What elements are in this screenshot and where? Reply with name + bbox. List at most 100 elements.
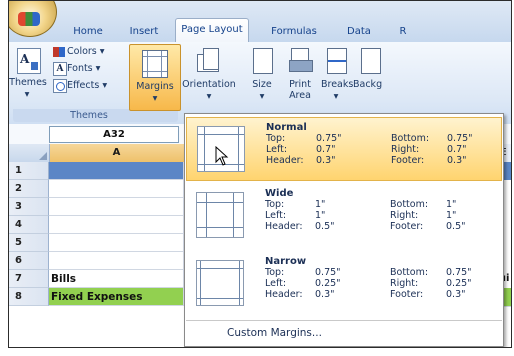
cell-a[interactable]: [49, 216, 184, 234]
cell-a[interactable]: Fixed Expenses: [49, 288, 184, 306]
label-footer: Footer:: [390, 221, 424, 232]
row-header[interactable]: 2: [9, 180, 49, 198]
value-right: 1": [446, 210, 457, 221]
cell-a[interactable]: [49, 234, 184, 252]
label-left: Left:: [266, 144, 288, 155]
label-top: Top:: [266, 133, 286, 144]
print-area-icon: [289, 48, 313, 72]
wide-margins-preview-icon: [196, 192, 244, 238]
option-title-wide: Wide: [265, 188, 294, 199]
themes-icon: A: [17, 48, 41, 74]
value-header: 0.3": [315, 289, 335, 300]
value-bottom: 0.75": [447, 133, 473, 144]
cell-a[interactable]: [49, 198, 184, 216]
tab-data[interactable]: Data: [339, 23, 379, 41]
value-left: 0.7": [316, 144, 336, 155]
value-top: 1": [315, 199, 326, 210]
select-all-corner[interactable]: [9, 144, 50, 162]
cell-a[interactable]: [49, 162, 184, 180]
value-right: 0.25": [446, 278, 472, 289]
margin-option-narrow[interactable]: Narrow Top: 0.75" Bottom: 0.75" Left: 0.…: [186, 252, 502, 316]
label-bottom: Bottom:: [390, 267, 429, 278]
breaks-icon: [327, 48, 347, 74]
print-area-button[interactable]: Print Area: [281, 79, 319, 101]
option-title-normal: Normal: [266, 122, 307, 133]
label-header: Header:: [265, 289, 303, 300]
ribbon-tab-strip: Home Insert Page Layout Formulas Data R: [9, 1, 511, 43]
label-footer: Footer:: [391, 155, 425, 166]
value-header: 0.5": [315, 221, 335, 232]
value-bottom: 1": [446, 199, 457, 210]
office-button[interactable]: [9, 1, 57, 37]
size-icon: [253, 48, 273, 74]
colors-icon: [53, 47, 65, 57]
tab-page-layout[interactable]: Page Layout: [175, 18, 249, 43]
tab-next-cutoff[interactable]: R: [395, 23, 411, 41]
value-top: 0.75": [315, 267, 341, 278]
margins-label: Margins: [136, 81, 174, 92]
value-footer: 0.3": [446, 289, 466, 300]
label-left: Left:: [265, 278, 287, 289]
value-footer: 0.5": [446, 221, 466, 232]
mouse-cursor-icon: [215, 146, 229, 166]
margins-icon: [142, 50, 168, 78]
breaks-dropdown-arrow-icon: ▾: [333, 91, 339, 102]
margin-option-wide[interactable]: Wide Top: 1" Bottom: 1" Left: 1" Right: …: [186, 184, 502, 248]
value-bottom: 0.75": [446, 267, 472, 278]
cell-a[interactable]: Bills: [49, 270, 184, 288]
effects-icon: [53, 79, 67, 93]
margins-button[interactable]: Margins ▾: [129, 44, 181, 111]
orientation-button[interactable]: Orientation: [179, 79, 239, 90]
row-header[interactable]: 7: [9, 270, 49, 288]
column-header-a[interactable]: A: [49, 144, 184, 162]
menu-divider: [186, 320, 502, 321]
label-bottom: Bottom:: [390, 199, 429, 210]
value-footer: 0.3": [447, 155, 467, 166]
themes-button[interactable]: Themes: [9, 77, 47, 88]
cell-a[interactable]: [49, 252, 184, 270]
row-header[interactable]: 3: [9, 198, 49, 216]
row-header[interactable]: 1: [9, 162, 49, 180]
size-button[interactable]: Size: [245, 79, 279, 90]
themes-dropdown-arrow-icon: ▾: [24, 89, 30, 100]
custom-margins-item[interactable]: Custom Margins...: [227, 327, 322, 339]
row-header[interactable]: 8: [9, 288, 49, 306]
value-header: 0.3": [316, 155, 336, 166]
cell-a[interactable]: [49, 180, 184, 198]
label-right: Right:: [390, 210, 419, 221]
row-header[interactable]: 6: [9, 252, 49, 270]
background-button[interactable]: Backg: [353, 79, 393, 90]
row-header[interactable]: 5: [9, 234, 49, 252]
margins-dropdown-arrow-icon: ▾: [152, 93, 158, 104]
label-right: Right:: [390, 278, 419, 289]
option-title-narrow: Narrow: [265, 256, 307, 267]
margin-option-normal[interactable]: Normal Top: 0.75" Bottom: 0.75" Left: 0.…: [186, 117, 502, 181]
office-logo-icon: [18, 12, 40, 26]
value-left: 0.25": [315, 278, 341, 289]
label-left: Left:: [265, 210, 287, 221]
row-header[interactable]: 4: [9, 216, 49, 234]
tab-home[interactable]: Home: [64, 23, 112, 41]
label-top: Top:: [265, 267, 285, 278]
size-dropdown-arrow-icon: ▾: [259, 91, 265, 102]
breaks-button[interactable]: Breaks: [321, 79, 353, 90]
fonts-icon: A: [53, 62, 67, 76]
effects-button[interactable]: Effects ▾: [67, 80, 123, 91]
label-header: Header:: [265, 221, 303, 232]
name-box[interactable]: A32: [49, 126, 179, 143]
label-header: Header:: [266, 155, 304, 166]
label-footer: Footer:: [390, 289, 424, 300]
themes-group-label: Themes: [70, 110, 108, 121]
narrow-margins-preview-icon: [196, 260, 244, 306]
colors-button[interactable]: Colors ▾: [67, 46, 123, 57]
margins-dropdown-menu: Normal Top: 0.75" Bottom: 0.75" Left: 0.…: [184, 113, 504, 347]
excel-window: Home Insert Page Layout Formulas Data R …: [8, 0, 512, 348]
orientation-dropdown-arrow-icon: ▾: [206, 91, 212, 102]
value-right: 0.7": [447, 144, 467, 155]
tab-insert[interactable]: Insert: [121, 23, 167, 41]
fonts-button[interactable]: Fonts ▾: [67, 63, 123, 74]
label-right: Right:: [391, 144, 420, 155]
value-top: 0.75": [316, 133, 342, 144]
tab-formulas[interactable]: Formulas: [261, 23, 327, 41]
value-left: 1": [315, 210, 326, 221]
